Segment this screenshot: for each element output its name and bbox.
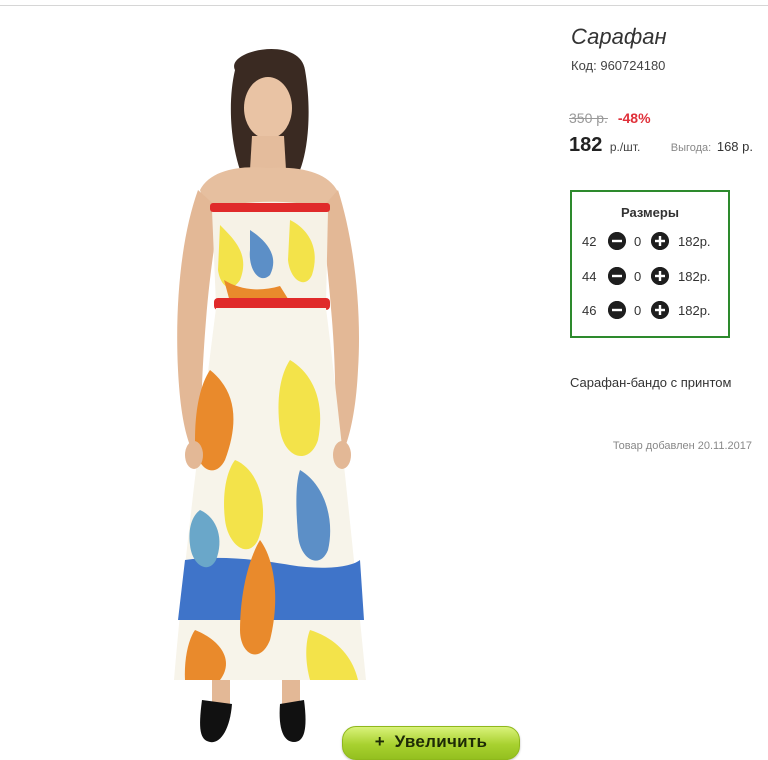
old-price: 350 р. [569,110,608,126]
sku-value: 960724180 [600,58,666,73]
plus-icon[interactable] [651,267,669,285]
size-price: 182р. [678,269,711,284]
product-title: Сарафан [571,24,667,49]
size-quantity: 0 [634,234,642,249]
old-price-row: 350 р. -48% [569,110,651,126]
plus-icon: + [374,732,385,751]
top-divider [0,5,768,6]
product-image-area: + Увеличить [10,10,550,760]
current-price: 182 [569,134,603,156]
savings-value: 168 р. [716,139,753,154]
size-price: 182р. [678,303,711,318]
added-date: Товар добавлен 20.11.2017 [612,440,752,452]
minus-icon[interactable] [608,232,626,250]
size-price: 182р. [678,234,711,249]
size-row: 46 0 182р. [582,301,722,321]
price-row: 182 р./шт. Выгода: 168 р. [569,134,759,158]
minus-icon[interactable] [608,301,626,319]
sizes-title: Размеры [621,205,679,220]
zoom-button[interactable]: + Увеличить [342,726,520,760]
size-row: 44 0 182р. [582,267,722,287]
plus-icon[interactable] [651,301,669,319]
size-label: 42 [582,234,597,249]
product-photo[interactable] [140,40,400,760]
product-sku: Код: 960724180 [571,58,665,73]
savings: Выгода: 168 р. [671,139,753,154]
price-unit: р./шт. [609,140,641,154]
size-quantity: 0 [634,303,642,318]
savings-label: Выгода: [670,142,712,154]
zoom-button-label: Увеличить [394,732,488,751]
sizes-panel: Размеры 42 0 182р. 44 0 182р. 46 0 182р. [570,190,730,338]
discount-badge: -48% [617,110,651,126]
size-label: 44 [582,269,597,284]
size-row: 42 0 182р. [582,232,722,252]
minus-icon[interactable] [608,267,626,285]
product-description: Сарафан-бандо с принтом [570,375,732,390]
size-label: 46 [582,303,597,318]
plus-icon[interactable] [651,232,669,250]
sku-label: Код: [571,58,597,73]
size-quantity: 0 [634,269,642,284]
